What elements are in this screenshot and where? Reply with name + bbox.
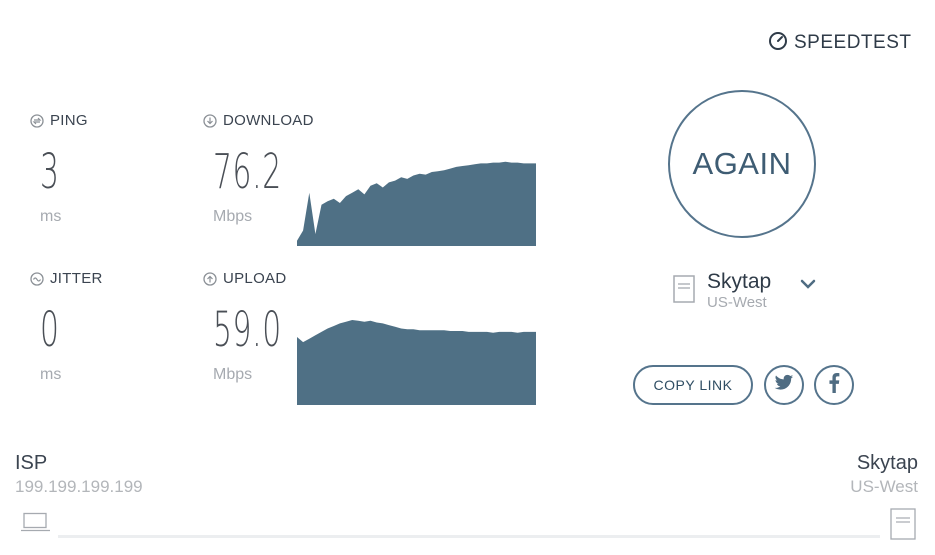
jitter-label: JITTER <box>50 270 103 287</box>
copy-link-button[interactable]: COPY LINK <box>633 365 753 405</box>
isp-ip-address: 199.199.199.199 <box>15 477 143 496</box>
isp-label: ISP <box>15 452 48 474</box>
upload-chart <box>297 320 536 405</box>
ping-icon <box>30 113 44 128</box>
copy-link-label: COPY LINK <box>653 377 733 393</box>
jitter-unit: ms <box>40 366 62 383</box>
jitter-header: JITTER <box>30 270 103 287</box>
upload-value: 59.0 <box>213 302 282 358</box>
connection-line <box>58 535 880 538</box>
download-unit: Mbps <box>213 208 253 225</box>
twitter-button[interactable] <box>764 365 804 405</box>
ping-header: PING <box>30 112 88 129</box>
host-location: US-West <box>850 477 918 496</box>
server-name: Skytap <box>707 270 772 293</box>
facebook-button[interactable] <box>814 365 854 405</box>
upload-label: UPLOAD <box>223 270 287 287</box>
upload-unit: Mbps <box>213 366 253 383</box>
upload-header: UPLOAD <box>203 270 287 287</box>
again-label: AGAIN <box>692 146 792 181</box>
server-document-icon <box>673 275 695 308</box>
ping-unit: ms <box>40 208 62 225</box>
jitter-icon <box>30 271 44 286</box>
chevron-down-icon[interactable] <box>799 277 817 295</box>
download-speed-area <box>297 161 536 246</box>
server-document-icon-footer <box>890 508 916 545</box>
server-selector[interactable]: Skytap US-West <box>707 270 771 311</box>
speedtest-brand[interactable]: SPEEDTEST <box>768 30 911 55</box>
twitter-icon <box>774 374 794 397</box>
jitter-value: 0 <box>40 302 60 358</box>
ping-label: PING <box>50 112 88 129</box>
facebook-icon <box>828 372 840 398</box>
download-header: DOWNLOAD <box>203 112 314 129</box>
server-location: US-West <box>707 294 767 311</box>
download-arrow-icon <box>203 113 217 128</box>
host-name: Skytap <box>856 452 918 474</box>
upload-speed-area <box>297 320 536 405</box>
again-button[interactable]: AGAIN <box>668 90 816 238</box>
download-chart <box>297 161 536 246</box>
download-value: 76.2 <box>213 144 282 200</box>
download-label: DOWNLOAD <box>223 112 314 129</box>
gauge-icon <box>768 30 788 55</box>
ping-value: 3 <box>40 144 60 200</box>
upload-arrow-icon <box>203 271 217 286</box>
laptop-icon <box>20 512 52 537</box>
brand-name: SPEEDTEST <box>794 31 912 53</box>
